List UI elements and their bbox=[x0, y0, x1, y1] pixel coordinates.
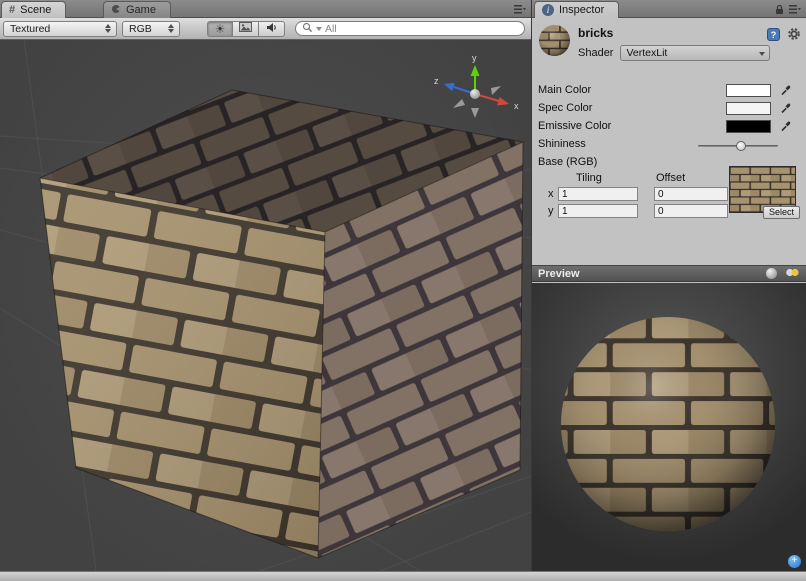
sun-icon: ☀ bbox=[215, 23, 226, 35]
tiling-offset-grid: Tiling Offset x y bbox=[532, 172, 732, 222]
shininess-row: Shininess bbox=[532, 136, 806, 154]
emissive-color-label: Emissive Color bbox=[538, 120, 611, 132]
brick-cube[interactable] bbox=[40, 90, 523, 558]
eyedropper-icon[interactable] bbox=[780, 84, 792, 99]
base-texture-section: Base (RGB) Tiling Offset x y bbox=[532, 154, 806, 228]
spec-color-row: Spec Color bbox=[532, 100, 806, 118]
lock-icon[interactable] bbox=[775, 4, 784, 18]
material-header: bricks Shader VertexLit ? bbox=[532, 18, 806, 74]
draw-mode-dropdown[interactable]: Textured bbox=[3, 21, 117, 37]
preview-header[interactable]: Preview bbox=[532, 265, 806, 282]
shininess-label: Shininess bbox=[538, 138, 586, 150]
spec-color-label: Spec Color bbox=[538, 102, 592, 114]
eyedropper-icon[interactable] bbox=[780, 102, 792, 117]
scene-panel-menu-icon[interactable] bbox=[514, 5, 526, 17]
main-color-swatch[interactable] bbox=[726, 84, 771, 97]
tab-scene[interactable]: # Scene bbox=[1, 1, 66, 18]
gizmo-x-label: x bbox=[514, 101, 519, 111]
svg-text:?: ? bbox=[771, 30, 777, 40]
tiling-header: Tiling bbox=[576, 172, 602, 184]
game-icon bbox=[111, 4, 121, 17]
shininess-slider[interactable] bbox=[698, 145, 778, 147]
tiling-y-input[interactable] bbox=[558, 204, 638, 218]
main-color-row: Main Color bbox=[532, 82, 806, 100]
base-rgb-label: Base (RGB) bbox=[538, 156, 597, 168]
material-properties: Main Color Spec Color Emissive Color bbox=[532, 74, 806, 228]
scene-viewport[interactable]: y x z bbox=[0, 40, 531, 571]
gear-icon[interactable] bbox=[787, 27, 801, 44]
status-bar bbox=[0, 571, 806, 581]
material-name: bricks bbox=[578, 26, 613, 40]
offset-x-input[interactable] bbox=[654, 187, 728, 201]
inspector-panel: bricks Shader VertexLit ? Main Color bbox=[531, 18, 806, 571]
spec-color-swatch[interactable] bbox=[726, 102, 771, 115]
speaker-icon bbox=[266, 22, 278, 36]
material-preview-area[interactable]: + bbox=[532, 283, 806, 572]
tiling-y-label: y bbox=[548, 205, 554, 217]
scene-grid-icon: # bbox=[9, 4, 15, 16]
render-mode-value: RGB bbox=[129, 23, 152, 35]
shader-value: VertexLit bbox=[626, 47, 667, 59]
preview-sphere-render bbox=[532, 283, 806, 572]
search-icon bbox=[302, 22, 313, 36]
scene-tabstrip: # Scene Game bbox=[0, 0, 531, 18]
tab-game-label: Game bbox=[126, 4, 156, 16]
skybox-toggle-button[interactable] bbox=[233, 21, 259, 37]
gizmo-z-cone[interactable] bbox=[444, 83, 455, 92]
draw-mode-value: Textured bbox=[10, 23, 50, 35]
inspector-tabstrip: i Inspector bbox=[531, 0, 806, 18]
gizmo-center-ball[interactable] bbox=[470, 89, 480, 99]
offset-y-input[interactable] bbox=[654, 204, 728, 218]
shader-label: Shader bbox=[578, 47, 613, 59]
audio-toggle-button[interactable] bbox=[259, 21, 285, 37]
inspector-panel-menu-icon[interactable] bbox=[789, 5, 801, 17]
help-icon[interactable]: ? bbox=[767, 28, 780, 44]
emissive-color-swatch[interactable] bbox=[726, 120, 771, 133]
search-filter-arrow-icon[interactable] bbox=[316, 27, 322, 31]
gizmo-z-label: z bbox=[434, 76, 439, 86]
unity-editor-window: # Scene Game Textured RGB ☀ bbox=[0, 0, 806, 581]
gizmo-y-cone[interactable] bbox=[471, 65, 480, 76]
preview-title: Preview bbox=[538, 268, 580, 280]
eyedropper-icon[interactable] bbox=[780, 120, 792, 135]
gizmo-x-cone[interactable] bbox=[497, 97, 509, 106]
scene-search-input[interactable]: All bbox=[295, 21, 525, 36]
lighting-toggle-button[interactable]: ☀ bbox=[207, 21, 233, 37]
tab-scene-label: Scene bbox=[20, 4, 51, 16]
tiling-x-label: x bbox=[548, 188, 554, 200]
tab-inspector-label: Inspector bbox=[559, 4, 604, 16]
select-texture-button[interactable]: Select bbox=[763, 206, 800, 219]
main-color-label: Main Color bbox=[538, 84, 591, 96]
render-mode-dropdown[interactable]: RGB bbox=[122, 21, 180, 37]
tab-inspector[interactable]: i Inspector bbox=[534, 1, 619, 18]
chevron-down-icon bbox=[759, 52, 765, 56]
info-icon: i bbox=[542, 4, 554, 16]
preview-shape-toggle-icon[interactable] bbox=[766, 268, 777, 279]
tiling-x-input[interactable] bbox=[558, 187, 638, 201]
updown-arrows-icon bbox=[97, 24, 111, 33]
updown-arrows-icon bbox=[160, 24, 174, 33]
scene-toolbar: Textured RGB ☀ bbox=[0, 18, 531, 40]
image-icon bbox=[239, 22, 252, 35]
gizmo-y-label: y bbox=[472, 53, 477, 63]
add-button[interactable]: + bbox=[788, 555, 801, 568]
search-filter-label: All bbox=[325, 23, 337, 35]
offset-header: Offset bbox=[656, 172, 685, 184]
shader-dropdown[interactable]: VertexLit bbox=[620, 45, 770, 61]
shininess-slider-thumb[interactable] bbox=[736, 141, 746, 151]
orientation-gizmo[interactable]: y x z bbox=[429, 50, 523, 126]
preview-lighting-toggle-icon[interactable] bbox=[785, 267, 800, 281]
emissive-color-row: Emissive Color bbox=[532, 118, 806, 136]
material-preview-thumbnail[interactable] bbox=[538, 24, 571, 57]
tab-game[interactable]: Game bbox=[103, 1, 171, 18]
scene-view-toggles: ☀ bbox=[207, 21, 285, 37]
